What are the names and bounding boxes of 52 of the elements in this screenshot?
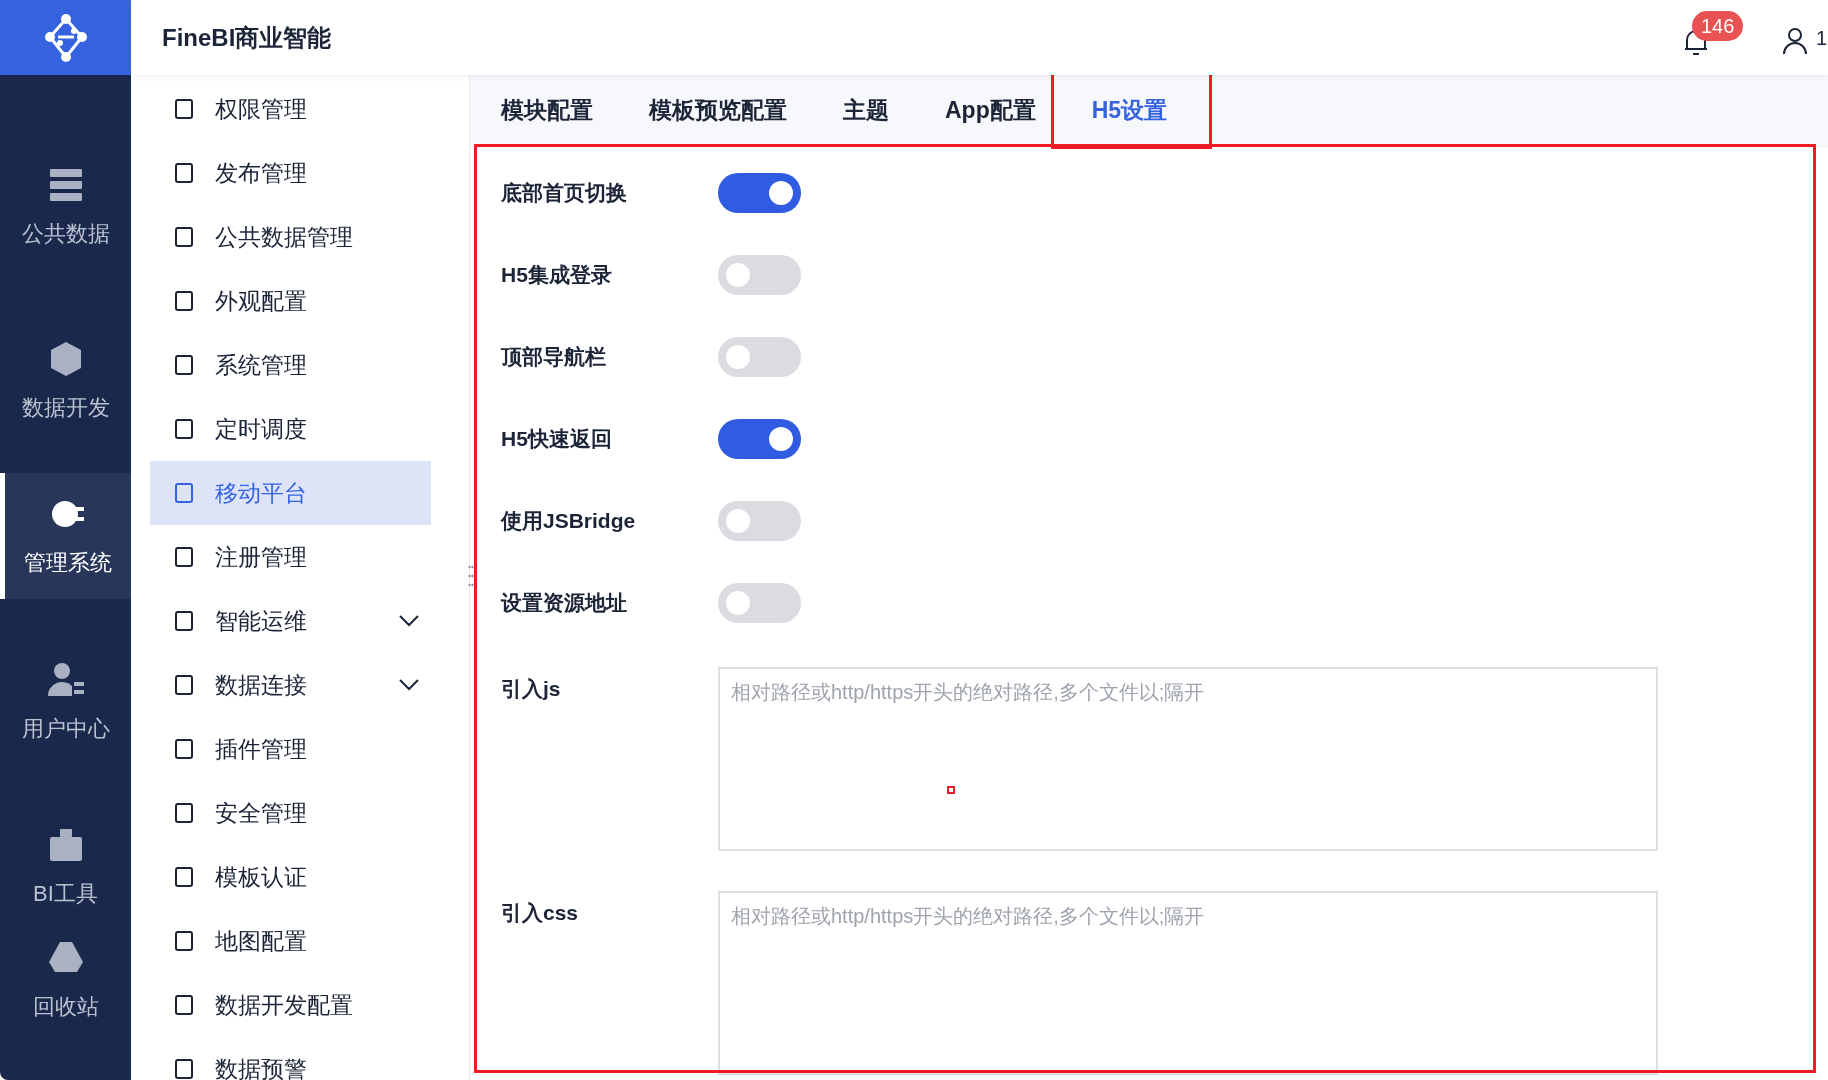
- tab[interactable]: H5设置: [1063, 75, 1196, 148]
- notification-badge: 146: [1692, 10, 1744, 41]
- toggle-switch[interactable]: [718, 255, 801, 295]
- input-field[interactable]: 相对路径或http/https开头的绝对路径,多个文件以;隔开: [718, 667, 1658, 851]
- sidebar-item[interactable]: 定时调度: [150, 397, 431, 461]
- nav-item[interactable]: 回收站: [0, 930, 131, 1030]
- setting-label: H5集成登录: [501, 262, 613, 289]
- user-icon[interactable]: [1782, 26, 1808, 55]
- setting-label: 顶部导航栏: [501, 344, 607, 371]
- sidebar-item[interactable]: 数据连接: [150, 653, 431, 717]
- setting-label: 底部首页切换: [501, 180, 628, 207]
- nav-item[interactable]: 用户中心: [0, 599, 131, 805]
- chevron-down-icon: [399, 615, 419, 627]
- app-title: FineBI商业智能: [162, 22, 332, 53]
- sidebar-item[interactable]: 注册管理: [150, 525, 431, 589]
- toggle-switch[interactable]: [718, 173, 801, 213]
- tab[interactable]: 模板预览配置: [621, 75, 815, 148]
- setting-label: 使用JSBridge: [501, 508, 637, 535]
- sidebar-item[interactable]: 发布管理: [150, 141, 431, 205]
- logo-icon[interactable]: [0, 0, 131, 75]
- sidebar-item[interactable]: 外观配置: [150, 269, 431, 333]
- toggle-switch[interactable]: [718, 501, 801, 541]
- sidebar-item[interactable]: 插件管理: [150, 717, 431, 781]
- setting-label: H5快速返回: [501, 426, 613, 453]
- marker-square: [947, 786, 955, 794]
- input-field[interactable]: 相对路径或http/https开头的绝对路径,多个文件以;隔开: [718, 891, 1658, 1075]
- sidebar-item[interactable]: 地图配置: [150, 909, 431, 973]
- sidebar-item[interactable]: 模板认证: [150, 845, 431, 909]
- toggle-switch[interactable]: [718, 337, 801, 377]
- toggle-switch[interactable]: [718, 419, 801, 459]
- setting-label: 设置资源地址: [501, 590, 628, 617]
- chevron-down-icon: [399, 679, 419, 691]
- nav-item[interactable]: BI工具: [0, 805, 131, 930]
- nav-item[interactable]: 公共数据: [0, 125, 131, 289]
- tab[interactable]: 主题: [815, 75, 917, 148]
- sidebar-item[interactable]: 安全管理: [150, 781, 431, 845]
- tab[interactable]: 模块配置: [473, 75, 621, 148]
- sidebar-item[interactable]: 权限管理: [150, 77, 431, 141]
- nav-item[interactable]: 管理系统: [0, 473, 131, 599]
- sidebar-item[interactable]: 公共数据管理: [150, 205, 431, 269]
- resize-handle[interactable]: [468, 565, 474, 587]
- sidebar-item[interactable]: 智能运维: [150, 589, 431, 653]
- sidebar-item[interactable]: 移动平台: [150, 461, 431, 525]
- toggle-switch[interactable]: [718, 583, 801, 623]
- field-label: 引入css: [501, 900, 580, 926]
- nav-item[interactable]: 数据开发: [0, 289, 131, 473]
- tab[interactable]: App配置: [917, 75, 1064, 148]
- sidebar-item[interactable]: 数据预警: [150, 1037, 431, 1080]
- sidebar-item[interactable]: 数据开发配置: [150, 973, 431, 1037]
- user-name: 1: [1816, 25, 1828, 51]
- sidebar-item[interactable]: 系统管理: [150, 333, 431, 397]
- field-label: 引入js: [501, 676, 562, 702]
